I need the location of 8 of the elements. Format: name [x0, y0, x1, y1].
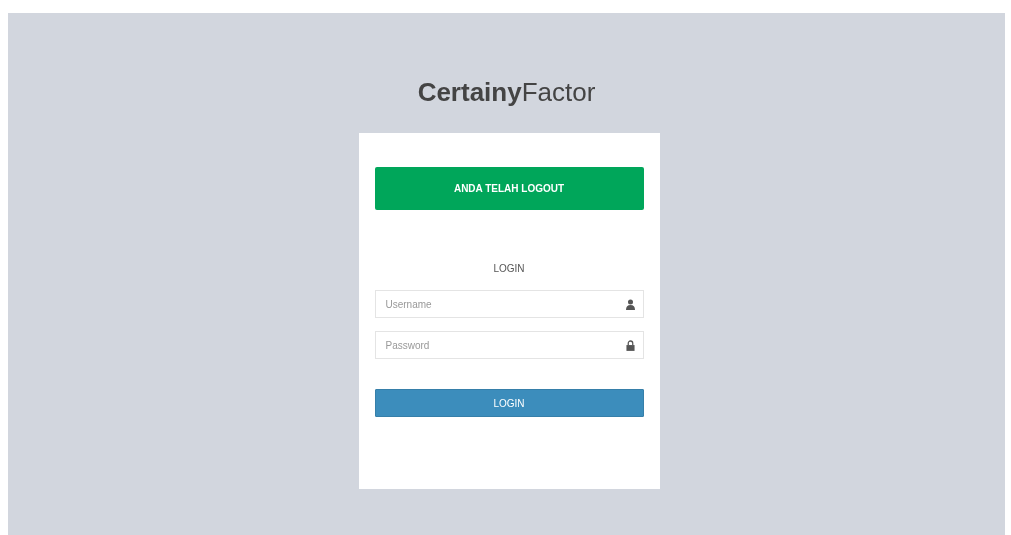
lock-icon [625, 340, 635, 351]
user-icon [625, 299, 635, 310]
logo-title: CertainyFactor [417, 76, 596, 108]
input-field[interactable]: Password [374, 331, 644, 359]
input-field[interactable]: Username [374, 290, 644, 318]
login-button[interactable]: LOGIN [374, 389, 644, 417]
form-title: LOGIN [492, 262, 526, 276]
logout-alert: ANDA TELAH LOGOUT [374, 167, 644, 210]
